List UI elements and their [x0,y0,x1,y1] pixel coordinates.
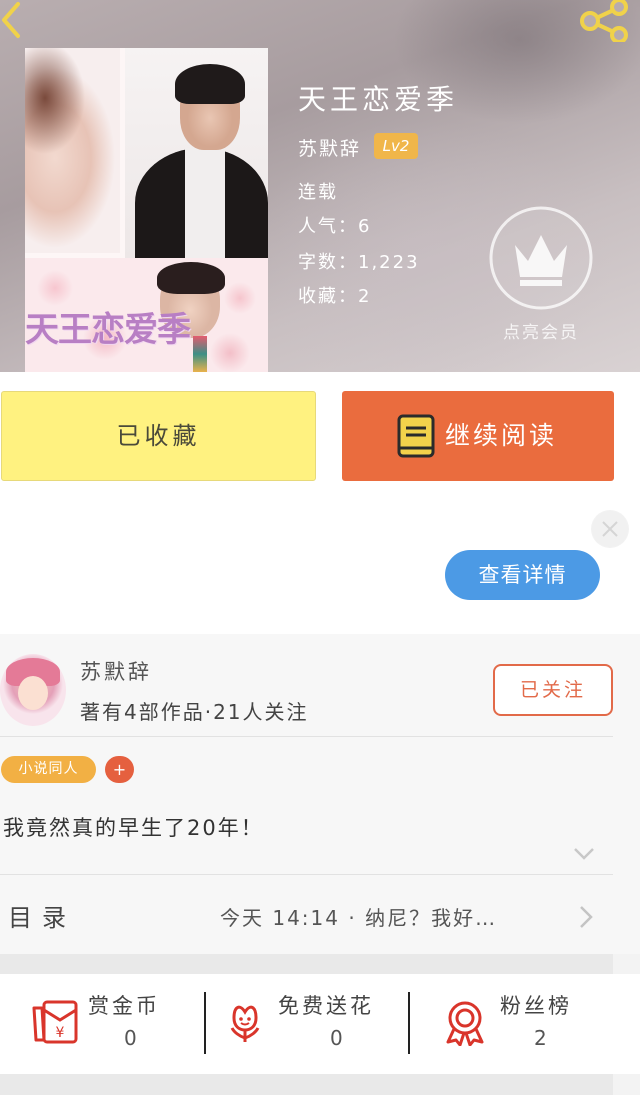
cover-title: 天王恋爱季 [25,310,191,350]
latest-chapter[interactable]: 今天 14:14 · 纳尼？我好… [220,902,497,931]
ad-banner: 查看详情 [0,498,640,634]
action-bar: 已收藏 继续阅读 [0,372,640,498]
flowers-value: 0 [330,1026,343,1050]
fans-value: 2 [534,1026,547,1050]
book-word-count: 字数：1,223 [298,252,420,273]
close-icon[interactable] [591,510,629,548]
book-popularity: 人气：6 [298,216,372,237]
section-gap [0,954,613,974]
book-intro: 我竟然真的早生了20年！ [3,816,264,840]
book-favorites: 收藏：2 [298,286,372,307]
author-name[interactable]: 苏默辞 [298,134,361,161]
reward-coins-stat[interactable]: ¥ 赏金币 0 [30,974,200,1074]
book-cover[interactable]: 天王恋爱季 [25,48,268,372]
view-details-button[interactable]: 查看详情 [445,550,600,600]
follow-button[interactable]: 已关注 [493,664,613,716]
author-card: 苏默辞 著有4部作品·21人关注 已关注 小说同人 + 我竟然真的早生了20年！… [0,634,640,954]
author-stats: 著有4部作品·21人关注 [80,700,309,724]
chevron-right-icon[interactable] [578,904,594,930]
toc-label[interactable]: 目录 [8,898,76,933]
reward-value: 0 [124,1026,137,1050]
avatar[interactable] [0,654,66,726]
cover-photo-man [125,48,268,258]
reward-label: 赏金币 [88,994,160,1018]
section-gap [0,1074,613,1095]
add-tag-button[interactable]: + [105,756,134,783]
book-status: 连载 [298,182,338,203]
free-flowers-stat[interactable]: 免费送花 0 [226,974,406,1074]
card-author-name[interactable]: 苏默辞 [80,656,152,686]
vip-label[interactable]: 点亮会员 [496,318,586,343]
book-header: 天王恋爱季 天王恋爱季 苏默辞 Lv2 连载 人气：6 字数：1,223 收藏：… [0,0,640,372]
divider [0,736,613,737]
divider [0,874,613,875]
expand-chevron-icon[interactable] [572,846,596,862]
genre-tag[interactable]: 小说同人 [1,756,96,783]
fans-rank-stat[interactable]: 粉丝榜 2 [444,974,604,1074]
collected-button[interactable]: 已收藏 [1,391,316,481]
crown-icon[interactable] [488,205,594,311]
share-icon[interactable] [578,0,632,42]
svg-text:¥: ¥ [56,1025,65,1041]
red-envelope-icon: ¥ [32,1000,78,1044]
level-badge: Lv2 [374,133,418,159]
flowers-label: 免费送花 [278,994,374,1018]
separator [408,992,410,1054]
cover-photo-blossoms: 天王恋爱季 [25,258,268,372]
stats-bar: ¥ 赏金币 0 免费送花 0 粉丝榜 2 [0,974,640,1074]
book-title: 天王恋爱季 [298,83,459,116]
flower-icon [230,1005,260,1042]
continue-reading-button[interactable]: 继续阅读 [342,391,614,481]
cover-photo-woman [25,48,120,253]
fans-label: 粉丝榜 [500,994,572,1018]
book-icon [397,414,435,458]
medal-icon [446,1001,484,1046]
separator [204,992,206,1054]
back-icon[interactable] [0,0,26,40]
continue-reading-label: 继续阅读 [445,421,558,450]
